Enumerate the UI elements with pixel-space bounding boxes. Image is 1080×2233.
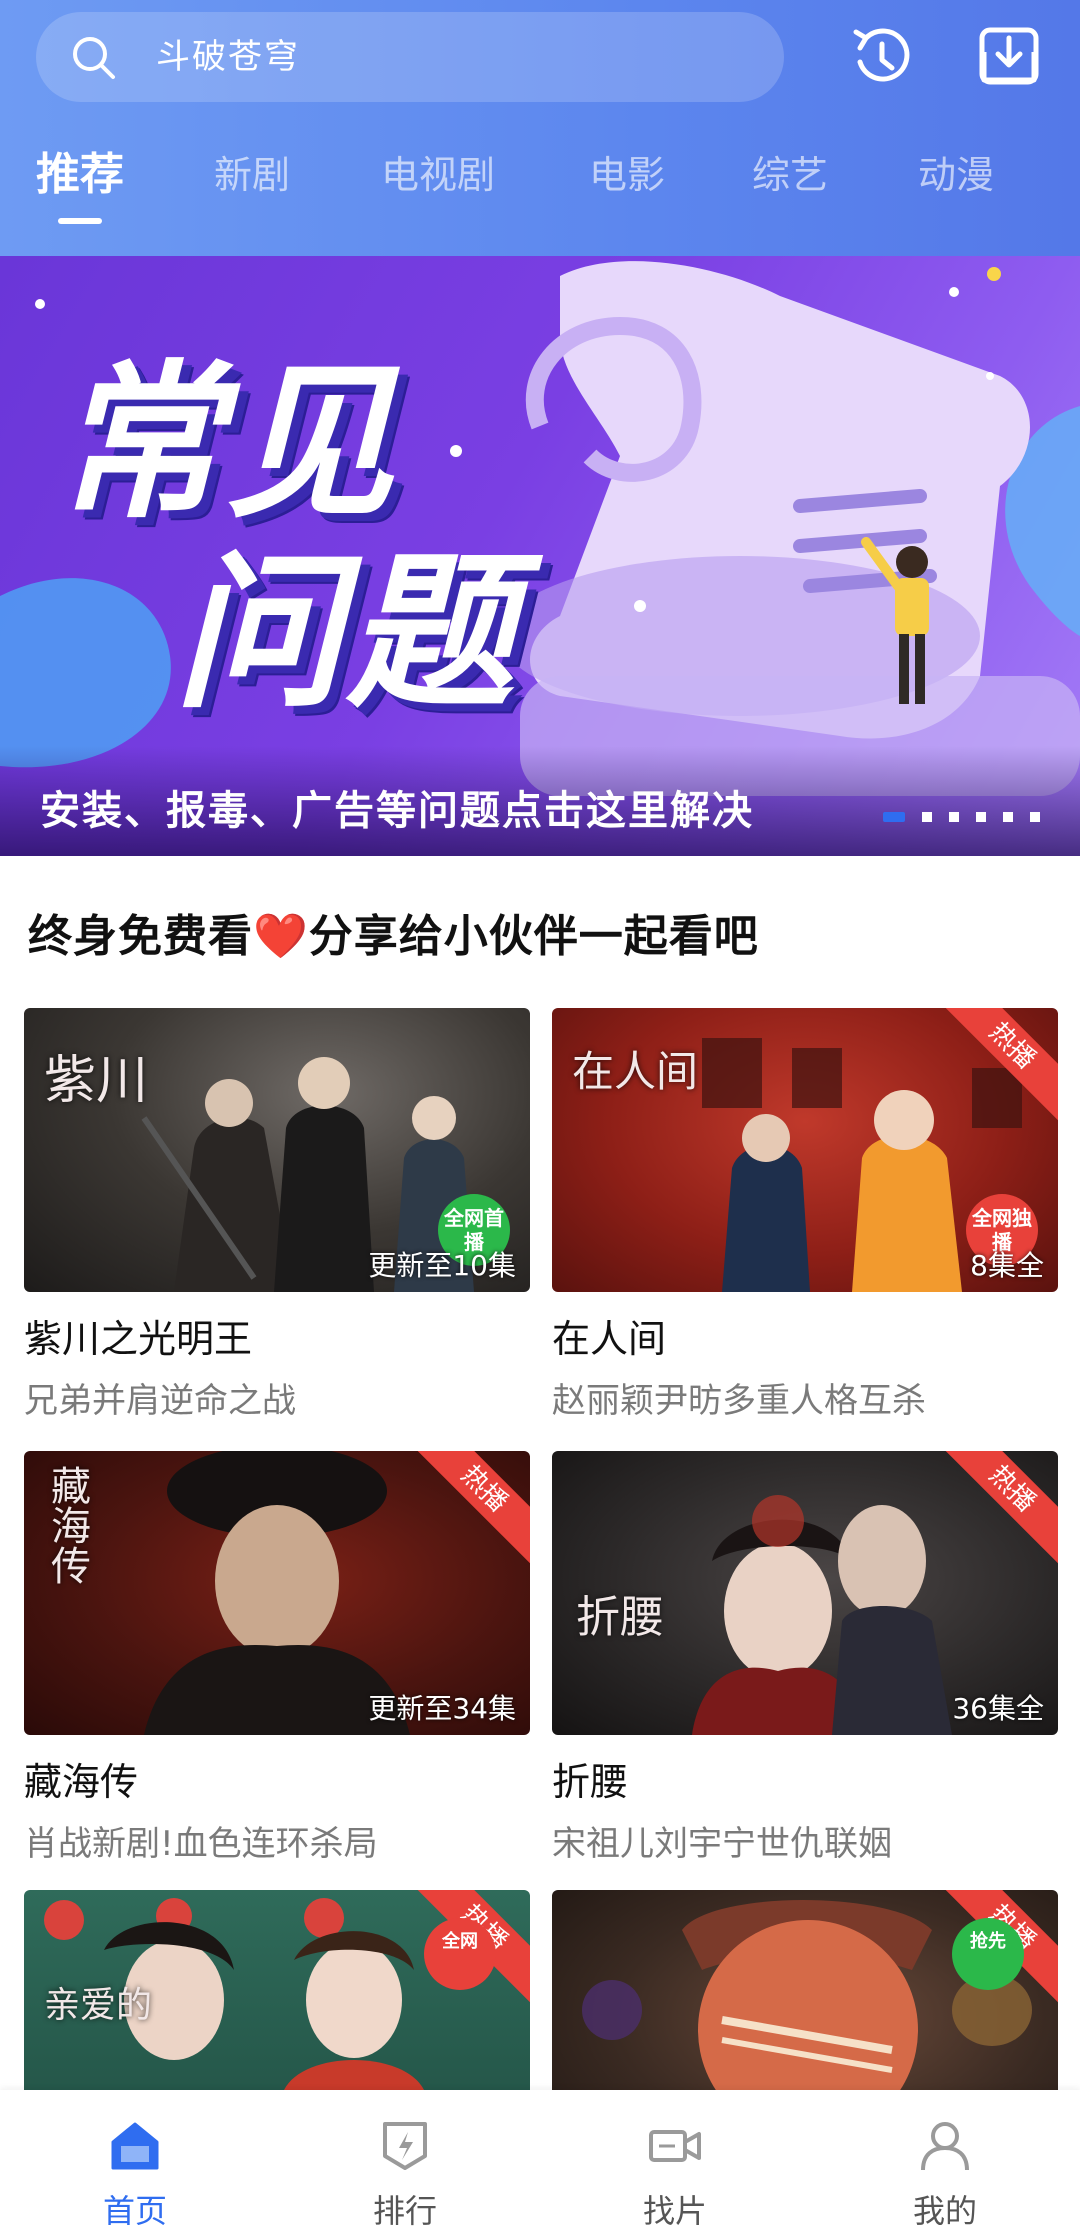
video-card[interactable]: 折腰 热播 36集全 折腰 宋祖儿刘宇宁世仇联姻	[552, 1451, 1058, 1865]
banner-caption: 安装、报毒、广告等问题点击这里解决	[40, 788, 754, 834]
section-title-suffix: 分享给小伙伴一起看吧	[308, 911, 759, 962]
nav-home[interactable]: 首页	[0, 2090, 270, 2233]
video-title[interactable]: 折腰	[552, 1751, 1058, 1806]
nav-find-video[interactable]: 找片	[540, 2090, 810, 2233]
history-icon[interactable]	[846, 22, 916, 92]
video-description: 肖战新剧!血色连环杀局	[24, 1824, 378, 1864]
poster-title: 折腰	[576, 1592, 664, 1643]
tab-recommend[interactable]: 推荐	[36, 140, 124, 224]
tab-anime[interactable]: 动漫	[918, 140, 994, 210]
video-poster[interactable]: 藏海传 热播 更新至34集	[24, 1451, 530, 1735]
faq-banner[interactable]: 常见 问题 安装、报毒、广告等问题点击这里解决	[0, 256, 1080, 856]
nav-label: 我的	[912, 2192, 977, 2230]
search-input[interactable]: 斗破苍穹	[156, 12, 300, 102]
video-poster[interactable]: 折腰 热播 36集全	[552, 1451, 1058, 1735]
search-icon	[73, 37, 115, 79]
video-description: 宋祖儿刘宇宁世仇联姻	[552, 1824, 892, 1864]
heart-icon: ❤️	[253, 911, 309, 962]
tab-new-series[interactable]: 新剧	[214, 140, 290, 210]
video-card[interactable]: 在人间 热播 全网独播 8集全 在人间 赵丽颖尹昉多重人格互杀	[552, 1008, 1058, 1422]
search-bar[interactable]: 斗破苍穹	[36, 12, 784, 102]
carousel-dot[interactable]	[975, 811, 986, 822]
bottom-navigation: 首页 排行 找片 我的	[0, 2090, 1080, 2233]
carousel-dot[interactable]	[1002, 811, 1013, 822]
video-title[interactable]: 在人间	[552, 1308, 1058, 1363]
nav-label: 首页	[102, 2192, 167, 2230]
exclusive-ribbon: 全网	[424, 1918, 496, 1990]
nav-label: 找片	[642, 2192, 707, 2230]
carousel-dot[interactable]	[882, 811, 905, 822]
carousel-indicator	[871, 806, 1040, 822]
episode-count: 更新至34集	[368, 1692, 516, 1725]
nav-ranking[interactable]: 排行	[270, 2090, 540, 2233]
early-access-ribbon: 抢先	[952, 1918, 1024, 1990]
top-header: 斗破苍穹 推荐 新剧 电视剧 电影 综艺 动漫	[0, 0, 1080, 256]
banner-title-line2: 问题	[174, 535, 518, 731]
episode-count: 更新至10集	[368, 1249, 516, 1282]
video-card[interactable]: 藏海传 热播 更新至34集 藏海传 肖战新剧!血色连环杀局	[24, 1451, 530, 1865]
tab-tv-series[interactable]: 电视剧	[381, 140, 495, 210]
banner-headline: 常见 问题	[54, 348, 518, 728]
poster-title: 紫川	[44, 1051, 149, 1111]
poster-title: 在人间	[572, 1047, 699, 1096]
nav-label: 排行	[372, 2192, 437, 2230]
video-camera-icon	[649, 2130, 701, 2162]
tab-movies[interactable]: 电影	[589, 140, 665, 210]
video-title[interactable]: 紫川之光明王	[24, 1308, 530, 1363]
episode-count: 36集全	[952, 1692, 1044, 1725]
profile-icon	[921, 2122, 969, 2171]
video-description: 赵丽颖尹昉多重人格互杀	[552, 1381, 926, 1421]
poster-title: 亲爱的	[44, 1985, 153, 2026]
home-icon	[111, 2122, 159, 2170]
banner-title-line1: 常见	[54, 345, 398, 541]
tab-variety[interactable]: 综艺	[752, 140, 828, 210]
carousel-dot[interactable]	[948, 811, 959, 822]
banner-caption-bar: 安装、报毒、广告等问题点击这里解决	[0, 746, 1080, 856]
nav-profile[interactable]: 我的	[810, 2090, 1080, 2233]
section-title-prefix: 终身免费看	[28, 911, 253, 962]
poster-title: 藏海传	[44, 1465, 90, 1585]
ranking-icon	[383, 2122, 427, 2170]
video-description: 兄弟并肩逆命之战	[24, 1381, 296, 1421]
carousel-dot[interactable]	[921, 811, 932, 822]
episode-count: 8集全	[970, 1249, 1044, 1282]
category-tabs: 推荐 新剧 电视剧 电影 综艺 动漫	[0, 140, 1080, 224]
video-poster[interactable]: 在人间 热播 全网独播 8集全	[552, 1008, 1058, 1292]
video-title[interactable]: 藏海传	[24, 1751, 530, 1806]
video-card[interactable]: 紫川 全网首播 更新至10集 紫川之光明王 兄弟并肩逆命之战	[24, 1008, 530, 1422]
section-title: 终身免费看❤️分享给小伙伴一起看吧	[28, 900, 759, 964]
download-icon[interactable]	[974, 22, 1044, 92]
video-poster[interactable]: 紫川 全网首播 更新至10集	[24, 1008, 530, 1292]
carousel-dot[interactable]	[1030, 811, 1040, 822]
